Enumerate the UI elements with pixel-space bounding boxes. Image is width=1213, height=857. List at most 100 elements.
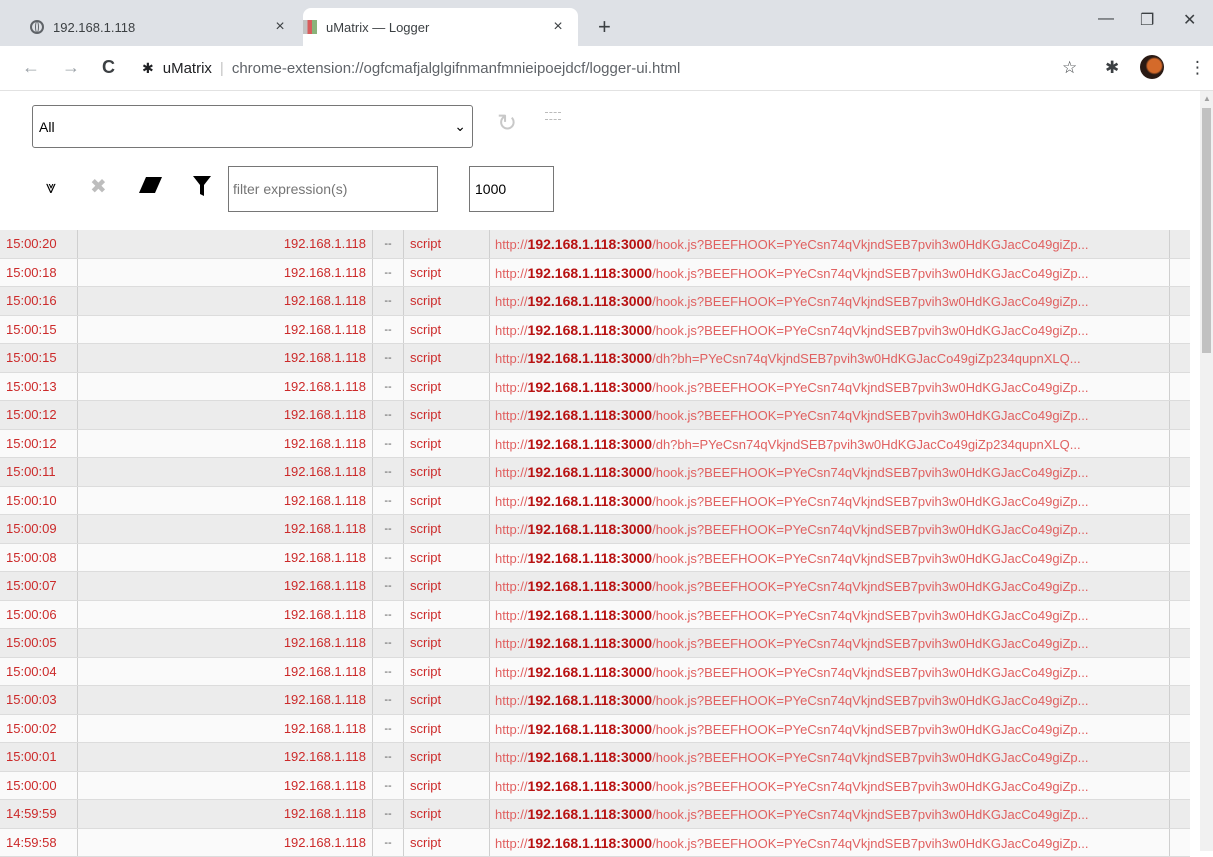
menu-icon[interactable]: ⋮ (1189, 58, 1206, 78)
log-url[interactable]: http://192.168.1.118:3000/hook.js?BEEFHO… (490, 629, 1170, 657)
tab-umatrix-logger[interactable]: uMatrix — Logger × (303, 8, 578, 46)
table-row[interactable]: 14:59:58192.168.1.118--scripthttp://192.… (0, 829, 1190, 857)
table-row[interactable]: 15:00:16192.168.1.118--scripthttp://192.… (0, 287, 1190, 316)
new-tab-button[interactable]: + (598, 17, 611, 37)
log-source-host: 192.168.1.118 (78, 230, 373, 258)
table-row[interactable]: 15:00:12192.168.1.118--scripthttp://192.… (0, 401, 1190, 430)
log-url[interactable]: http://192.168.1.118:3000/hook.js?BEEFHO… (490, 458, 1170, 486)
table-row[interactable]: 15:00:02192.168.1.118--scripthttp://192.… (0, 715, 1190, 744)
scroll-up-icon[interactable]: ▲ (1203, 94, 1211, 103)
table-row[interactable]: 15:00:04192.168.1.118--scripthttp://192.… (0, 658, 1190, 687)
log-time: 15:00:15 (0, 344, 78, 372)
log-url[interactable]: http://192.168.1.118:3000/hook.js?BEEFHO… (490, 487, 1170, 515)
scroll-thumb[interactable] (1202, 108, 1211, 353)
url-host-port: 192.168.1.118:3000 (528, 521, 653, 537)
minimize-icon[interactable]: — (1098, 10, 1114, 28)
url-path: /hook.js?BEEFHOOK=PYeCsn74qVkjndSEB7pvih… (652, 579, 1088, 594)
max-entries-value: 1000 (475, 181, 506, 197)
log-url[interactable]: http://192.168.1.118:3000/hook.js?BEEFHO… (490, 800, 1170, 828)
log-url[interactable]: http://192.168.1.118:3000/hook.js?BEEFHO… (490, 829, 1170, 857)
table-row[interactable]: 15:00:03192.168.1.118--scripthttp://192.… (0, 686, 1190, 715)
table-row[interactable]: 14:59:59192.168.1.118--scripthttp://192.… (0, 800, 1190, 829)
log-url[interactable]: http://192.168.1.118:3000/hook.js?BEEFHO… (490, 373, 1170, 401)
log-url[interactable]: http://192.168.1.118:3000/hook.js?BEEFHO… (490, 686, 1170, 714)
clear-icon[interactable]: ✖ (90, 175, 107, 199)
log-url[interactable]: http://192.168.1.118:3000/hook.js?BEEFHO… (490, 259, 1170, 287)
columns-icon[interactable] (545, 112, 561, 120)
extensions-icon[interactable]: ✱ (1105, 58, 1119, 78)
table-row[interactable]: 15:00:10192.168.1.118--scripthttp://192.… (0, 487, 1190, 516)
log-url[interactable]: http://192.168.1.118:3000/hook.js?BEEFHO… (490, 772, 1170, 800)
url-host-port: 192.168.1.118:3000 (528, 607, 653, 623)
table-row[interactable]: 15:00:20192.168.1.118--scripthttp://192.… (0, 230, 1190, 259)
close-tab-icon[interactable]: × (272, 18, 288, 36)
log-request-type: script (404, 316, 490, 344)
table-row[interactable]: 15:00:18192.168.1.118--scripthttp://192.… (0, 259, 1190, 288)
log-source-host: 192.168.1.118 (78, 743, 373, 771)
tab-select[interactable]: All ⌄ (32, 105, 473, 148)
table-row[interactable]: 15:00:12192.168.1.118--scripthttp://192.… (0, 430, 1190, 459)
log-source-host: 192.168.1.118 (78, 316, 373, 344)
double-chevron-down-icon[interactable]: ⩔ (46, 175, 56, 199)
url-scheme: http:// (495, 636, 528, 651)
log-url[interactable]: http://192.168.1.118:3000/hook.js?BEEFHO… (490, 743, 1170, 771)
filter-funnel-icon[interactable] (192, 175, 212, 203)
url-host-port: 192.168.1.118:3000 (528, 578, 653, 594)
log-url[interactable]: http://192.168.1.118:3000/hook.js?BEEFHO… (490, 230, 1170, 258)
log-request-type: script (404, 230, 490, 258)
table-row[interactable]: 15:00:15192.168.1.118--scripthttp://192.… (0, 316, 1190, 345)
table-row[interactable]: 15:00:00192.168.1.118--scripthttp://192.… (0, 772, 1190, 801)
log-url[interactable]: http://192.168.1.118:3000/hook.js?BEEFHO… (490, 515, 1170, 543)
tab-title: 192.168.1.118 (53, 20, 272, 35)
log-url[interactable]: http://192.168.1.118:3000/hook.js?BEEFHO… (490, 715, 1170, 743)
table-row[interactable]: 15:00:06192.168.1.118--scripthttp://192.… (0, 601, 1190, 630)
table-row[interactable]: 15:00:05192.168.1.118--scripthttp://192.… (0, 629, 1190, 658)
log-url[interactable]: http://192.168.1.118:3000/hook.js?BEEFHO… (490, 401, 1170, 429)
url-scheme: http:// (495, 551, 528, 566)
reload-icon[interactable]: C (102, 57, 115, 78)
max-entries-input[interactable]: 1000 (469, 166, 554, 212)
log-url[interactable]: http://192.168.1.118:3000/dh?bh=PYeCsn74… (490, 344, 1170, 372)
table-row[interactable]: 15:00:11192.168.1.118--scripthttp://192.… (0, 458, 1190, 487)
url-scheme: http:// (495, 836, 528, 851)
back-icon[interactable]: ← (22, 57, 40, 78)
address-bar[interactable]: ✱ uMatrix | chrome-extension://ogfcmafja… (142, 53, 1022, 83)
table-row[interactable]: 15:00:07192.168.1.118--scripthttp://192.… (0, 572, 1190, 601)
avatar[interactable] (1140, 55, 1164, 79)
url-host-port: 192.168.1.118:3000 (528, 806, 653, 822)
log-url[interactable]: http://192.168.1.118:3000/hook.js?BEEFHO… (490, 601, 1170, 629)
url-host-port: 192.168.1.118:3000 (528, 350, 653, 366)
bookmark-star-icon[interactable]: ☆ (1062, 58, 1077, 78)
url-host-port: 192.168.1.118:3000 (528, 379, 653, 395)
forward-icon[interactable]: → (62, 57, 80, 78)
url-scheme: http:// (495, 465, 528, 480)
log-flag: -- (373, 259, 404, 287)
log-source-host: 192.168.1.118 (78, 772, 373, 800)
log-request-type: script (404, 601, 490, 629)
log-url[interactable]: http://192.168.1.118:3000/hook.js?BEEFHO… (490, 658, 1170, 686)
log-request-type: script (404, 686, 490, 714)
log-url[interactable]: http://192.168.1.118:3000/hook.js?BEEFHO… (490, 544, 1170, 572)
eraser-icon[interactable] (138, 175, 164, 201)
log-url[interactable]: http://192.168.1.118:3000/hook.js?BEEFHO… (490, 287, 1170, 315)
table-row[interactable]: 15:00:13192.168.1.118--scripthttp://192.… (0, 373, 1190, 402)
close-window-icon[interactable]: ✕ (1183, 10, 1196, 30)
log-url[interactable]: http://192.168.1.118:3000/dh?bh=PYeCsn74… (490, 430, 1170, 458)
page-scrollbar[interactable]: ▲ (1200, 91, 1213, 851)
url-path: /hook.js?BEEFHOOK=PYeCsn74qVkjndSEB7pvih… (652, 807, 1088, 822)
log-flag: -- (373, 230, 404, 258)
restore-icon[interactable]: ❐ (1140, 10, 1154, 30)
tab-192-168-1-118[interactable]: 192.168.1.118 × (30, 8, 300, 46)
log-source-host: 192.168.1.118 (78, 629, 373, 657)
site-name: uMatrix (163, 60, 212, 77)
table-row[interactable]: 15:00:15192.168.1.118--scripthttp://192.… (0, 344, 1190, 373)
filter-expression-input[interactable]: filter expression(s) (228, 166, 438, 212)
table-row[interactable]: 15:00:08192.168.1.118--scripthttp://192.… (0, 544, 1190, 573)
log-url[interactable]: http://192.168.1.118:3000/hook.js?BEEFHO… (490, 316, 1170, 344)
log-url[interactable]: http://192.168.1.118:3000/hook.js?BEEFHO… (490, 572, 1170, 600)
table-row[interactable]: 15:00:01192.168.1.118--scripthttp://192.… (0, 743, 1190, 772)
refresh-icon[interactable]: ↻ (497, 112, 517, 136)
table-row[interactable]: 15:00:09192.168.1.118--scripthttp://192.… (0, 515, 1190, 544)
log-time: 15:00:05 (0, 629, 78, 657)
close-tab-icon[interactable]: × (550, 18, 566, 36)
